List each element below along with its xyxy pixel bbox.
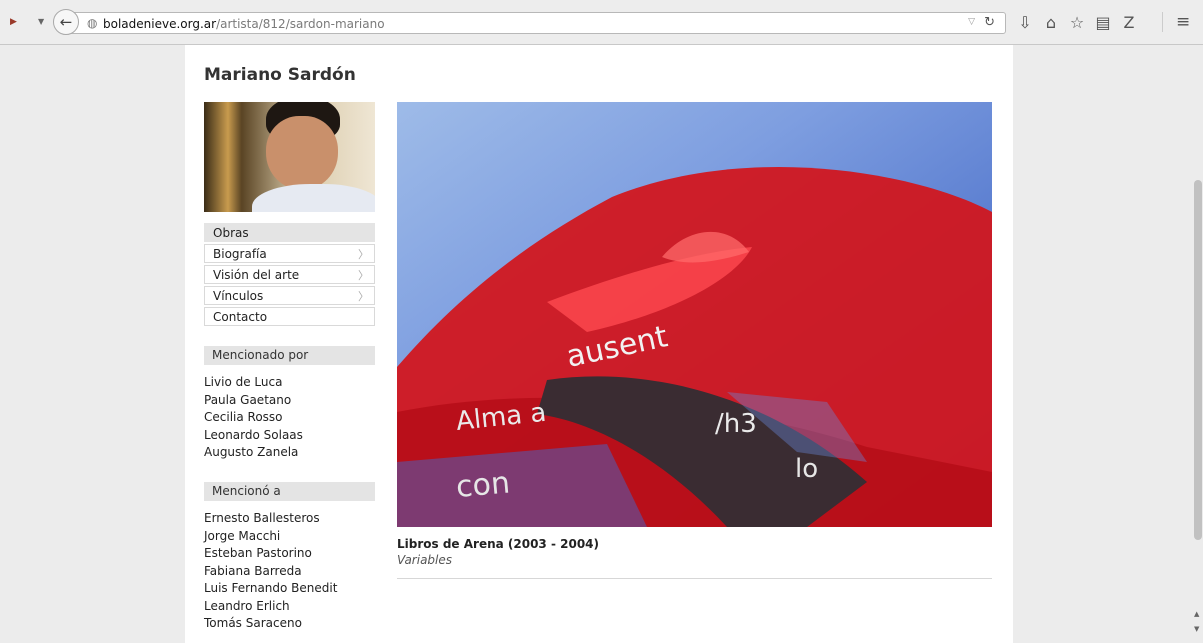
page-content: Mariano Sardón Obras Biografía 〉 Visión d…	[185, 45, 1013, 643]
artist-nav: Obras Biografía 〉 Visión del arte 〉 Víncul…	[204, 223, 375, 328]
url-dropdown-icon[interactable]: ▽	[968, 17, 975, 27]
reading-list-icon[interactable]: ▤	[1094, 12, 1112, 32]
bookmark-star-icon[interactable]: ☆	[1068, 12, 1086, 32]
artist-portrait	[204, 102, 375, 212]
url-path: /artista/812/sardon-mariano	[216, 17, 385, 31]
mentioned-list: Ernesto Ballesteros Jorge Macchi Esteban…	[204, 510, 375, 633]
artist-name: Mariano Sardón	[204, 65, 356, 85]
scroll-down-icon[interactable]: ▼	[1194, 625, 1199, 633]
zotero-icon[interactable]: Z	[1120, 12, 1138, 32]
person-link[interactable]: Paula Gaetano	[204, 392, 375, 410]
artwork-divider	[397, 578, 992, 579]
chevron-right-icon: 〉	[358, 269, 369, 282]
person-link[interactable]: Cecilia Rosso	[204, 409, 375, 427]
person-link[interactable]: Livio de Luca	[204, 374, 375, 392]
nav-item-label: Visión del arte	[213, 268, 300, 282]
back-arrow-icon: ←	[59, 13, 73, 31]
scroll-up-icon[interactable]: ▲	[1194, 610, 1199, 618]
identity-icon[interactable]: ▶	[10, 17, 17, 27]
artwork-overlay-text: /h3	[715, 409, 757, 439]
artwork-overlay-text: lo	[795, 454, 818, 484]
scrollbar-thumb[interactable]	[1194, 180, 1202, 540]
chevron-right-icon: 〉	[358, 248, 369, 261]
history-dropdown-icon[interactable]: ▼	[38, 17, 44, 26]
home-icon[interactable]: ⌂	[1042, 12, 1060, 32]
nav-item-obras[interactable]: Obras	[204, 223, 375, 242]
artwork-image[interactable]: ausent Alma a /h3 con lo	[397, 102, 992, 527]
reload-icon[interactable]: ↻	[984, 15, 995, 30]
browser-toolbar: ▶ ▼ ◍ boladenieve.org.ar/artista/812/sar…	[0, 0, 1203, 45]
portrait-shirt	[252, 184, 375, 212]
person-link[interactable]: Jorge Macchi	[204, 528, 375, 546]
nav-item-vision-del-arte[interactable]: Visión del arte 〉	[204, 265, 375, 284]
back-button[interactable]: ←	[53, 9, 79, 35]
artwork-title[interactable]: Libros de Arena (2003 - 2004)	[397, 537, 599, 551]
nav-item-label: Obras	[213, 226, 249, 240]
mentioned-heading: Mencionó a	[204, 482, 375, 501]
url-bar[interactable]: ◍ boladenieve.org.ar/artista/812/sardon-…	[66, 12, 1006, 34]
nav-item-label: Vínculos	[213, 289, 264, 303]
nav-item-contacto[interactable]: Contacto	[204, 307, 375, 326]
nav-item-vinculos[interactable]: Vínculos 〉	[204, 286, 375, 305]
person-link[interactable]: Luis Fernando Benedit	[204, 580, 375, 598]
person-link[interactable]: Leandro Erlich	[204, 598, 375, 616]
person-link[interactable]: Leonardo Solaas	[204, 427, 375, 445]
download-icon[interactable]: ⇩	[1016, 12, 1034, 32]
nav-item-biografia[interactable]: Biografía 〉	[204, 244, 375, 263]
url-text[interactable]: boladenieve.org.ar/artista/812/sardon-ma…	[103, 17, 385, 31]
nav-item-label: Contacto	[213, 310, 268, 324]
person-link[interactable]: Esteban Pastorino	[204, 545, 375, 563]
person-link[interactable]: Tomás Saraceno	[204, 615, 375, 633]
artwork-overlay-text: con	[455, 465, 512, 505]
artwork-graphic: ausent Alma a /h3 con lo	[397, 166, 992, 527]
artwork-subtitle: Variables	[397, 553, 453, 567]
url-host: boladenieve.org.ar	[103, 17, 217, 31]
menu-icon[interactable]: ≡	[1176, 12, 1190, 32]
mentioned-by-heading: Mencionado por	[204, 346, 375, 365]
nav-item-label: Biografía	[213, 247, 267, 261]
globe-icon: ◍	[87, 16, 98, 30]
person-link[interactable]: Fabiana Barreda	[204, 563, 375, 581]
person-link[interactable]: Ernesto Ballesteros	[204, 510, 375, 528]
portrait-face	[266, 116, 338, 190]
mentioned-by-list: Livio de Luca Paula Gaetano Cecilia Ross…	[204, 374, 375, 462]
toolbar-divider	[1162, 12, 1163, 32]
chevron-right-icon: 〉	[358, 290, 369, 303]
vertical-scrollbar[interactable]: ▲ ▼	[1193, 45, 1203, 643]
person-link[interactable]: Augusto Zanela	[204, 444, 375, 462]
